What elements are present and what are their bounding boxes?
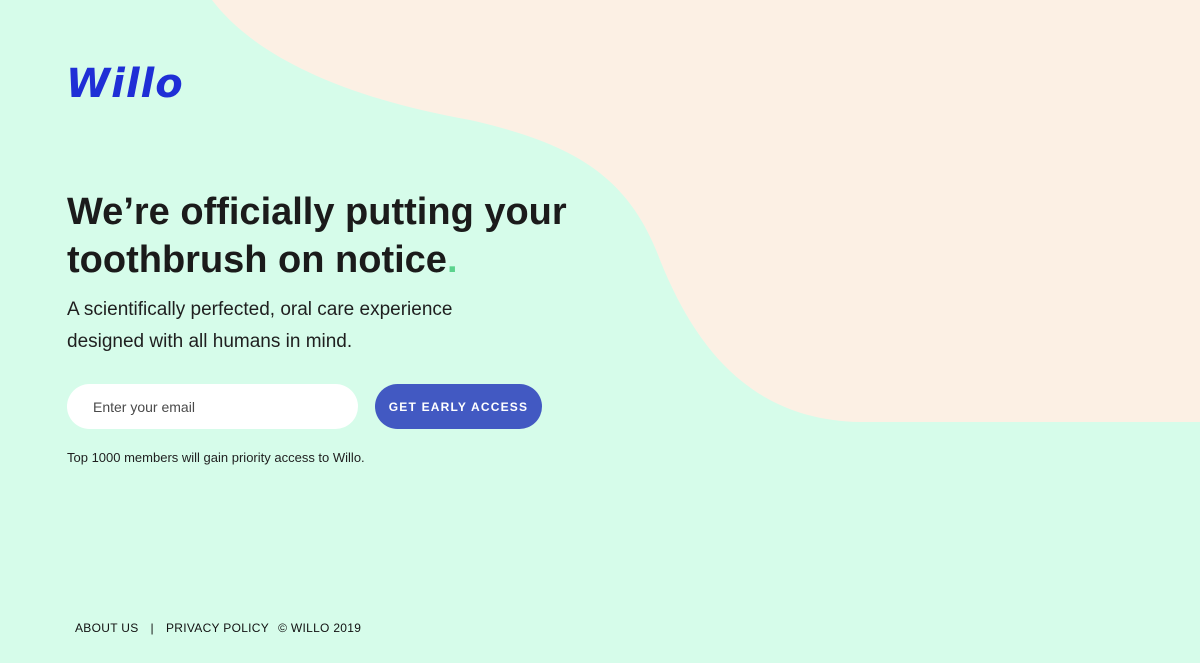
headline-accent-dot: . <box>446 239 458 281</box>
footer-separator: | <box>150 621 154 635</box>
hero-headline-text: We’re officially putting your toothbrush… <box>67 191 567 281</box>
footer-link-privacy-policy[interactable]: PRIVACY POLICY <box>166 621 269 635</box>
footer-link-about-us[interactable]: ABOUT US <box>75 621 139 635</box>
priority-access-note: Top 1000 members will gain priority acce… <box>67 450 365 465</box>
get-early-access-button[interactable]: GET EARLY ACCESS <box>375 384 542 429</box>
hero-subheading: A scientifically perfected, oral care ex… <box>67 299 453 352</box>
willo-logo[interactable]: Willo <box>66 62 184 106</box>
footer: ABOUT US | PRIVACY POLICY © WILLO 2019 <box>75 621 361 635</box>
footer-copyright: © WILLO 2019 <box>278 621 362 635</box>
email-input[interactable] <box>67 384 358 429</box>
hero-headline: We’re officially putting your toothbrush… <box>67 188 587 284</box>
